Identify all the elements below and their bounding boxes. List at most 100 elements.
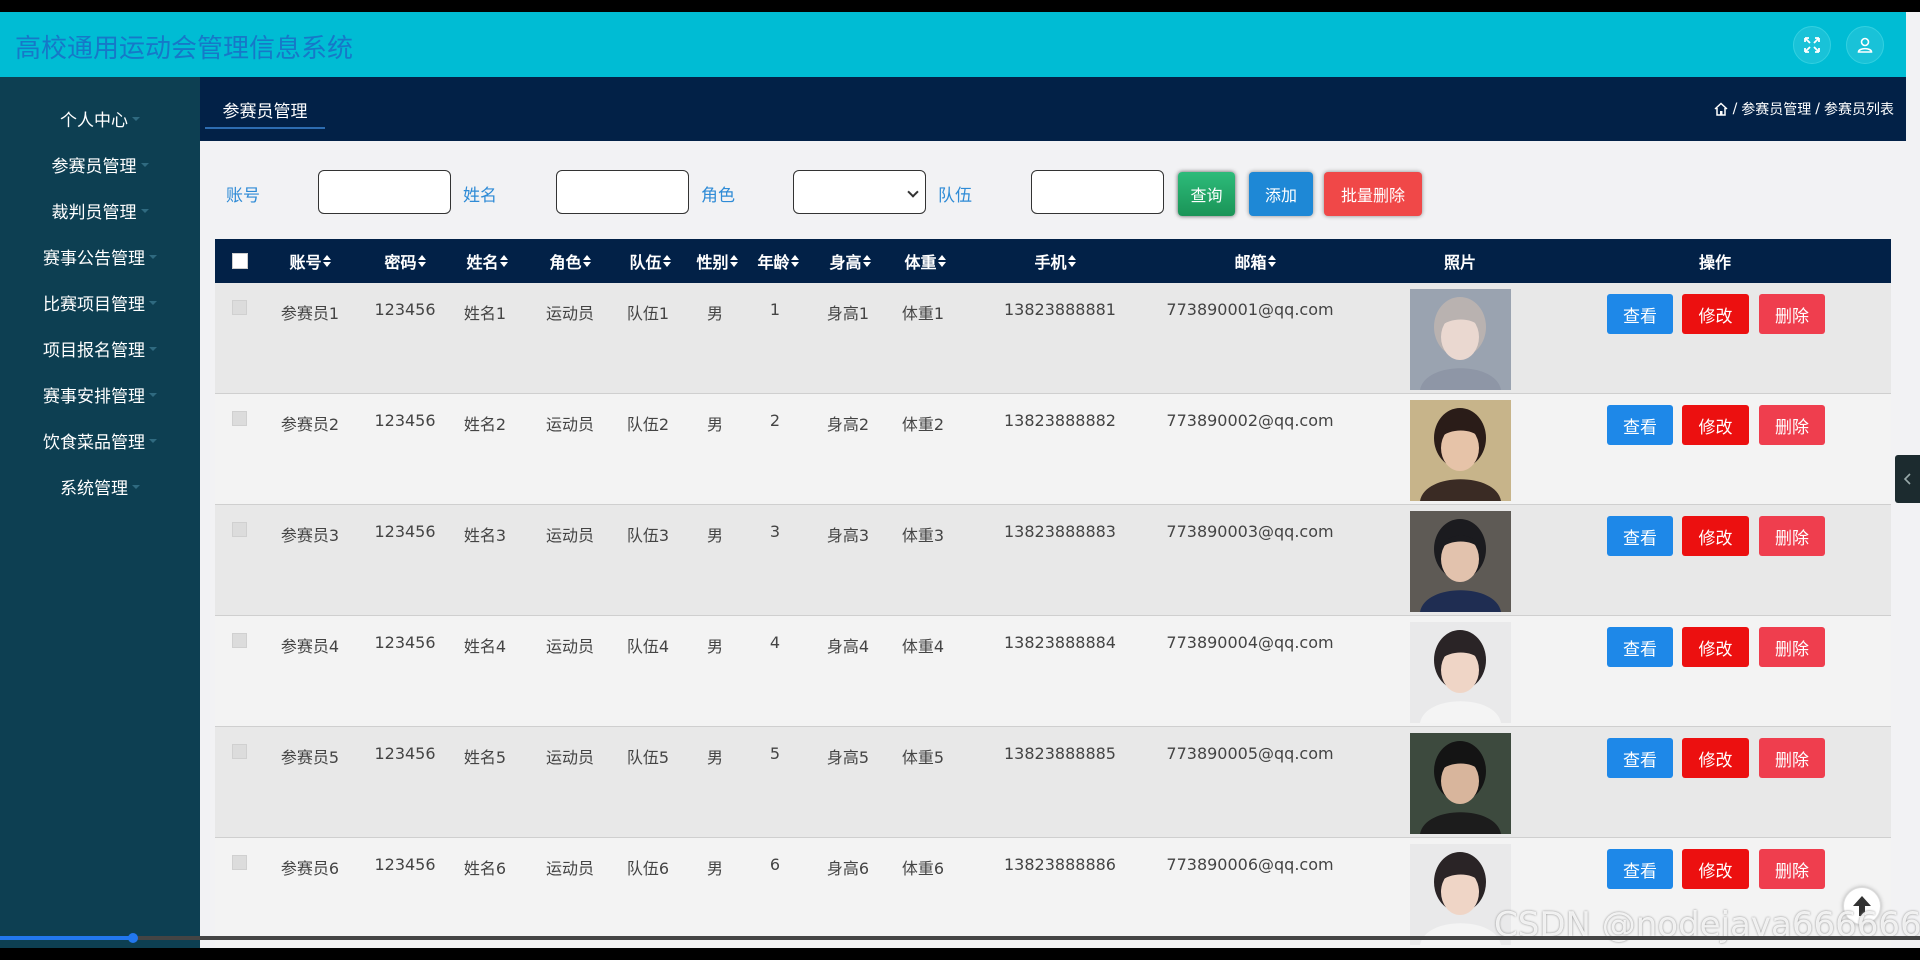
sidebar-item-registration-management[interactable]: 项目报名管理	[0, 328, 200, 368]
participant-photo[interactable]	[1410, 289, 1511, 390]
sort-icon	[499, 255, 508, 267]
sort-icon	[662, 255, 671, 267]
breadcrumb-item[interactable]: 参赛员管理	[1741, 99, 1811, 119]
cell-weight: 体重3	[901, 526, 945, 545]
caret-down-icon	[149, 255, 157, 259]
column-header-age[interactable]: 年龄	[748, 239, 808, 283]
sort-icon	[729, 255, 738, 267]
row-checkbox[interactable]	[232, 300, 247, 315]
column-header-gender[interactable]: 性别	[687, 239, 747, 283]
collapse-panel-button[interactable]	[1895, 455, 1920, 503]
delete-button[interactable]: 删除	[1759, 405, 1825, 445]
cell-age: 1	[769, 300, 781, 319]
column-header-weight[interactable]: 体重	[890, 239, 960, 283]
cell-weight: 体重6	[901, 859, 945, 878]
add-button[interactable]: 添加	[1249, 172, 1313, 216]
expand-icon	[1804, 37, 1820, 53]
edit-button[interactable]: 修改	[1682, 405, 1749, 445]
sidebar-item-personal-center[interactable]: 个人中心	[0, 98, 200, 138]
team-search-input[interactable]	[1031, 170, 1164, 214]
sidebar-item-label: 参赛员管理	[51, 156, 137, 177]
cell-height: 身高2	[826, 415, 870, 434]
sidebar-item-label: 比赛项目管理	[43, 294, 145, 315]
edit-button[interactable]: 修改	[1682, 738, 1749, 778]
row-checkbox[interactable]	[232, 855, 247, 870]
sidebar-item-diet-management[interactable]: 饮食菜品管理	[0, 420, 200, 460]
cell-name: 姓名5	[463, 748, 507, 767]
cell-account: 参赛员4	[280, 637, 340, 656]
chevron-left-icon	[1903, 473, 1911, 485]
app-title: 高校通用运动会管理信息系统	[15, 34, 354, 64]
column-header-account[interactable]: 账号	[275, 239, 345, 283]
edit-button[interactable]: 修改	[1682, 294, 1749, 334]
column-header-name[interactable]: 姓名	[457, 239, 517, 283]
sidebar-item-referee-management[interactable]: 裁判员管理	[0, 190, 200, 230]
sidebar-item-event-management[interactable]: 比赛项目管理	[0, 282, 200, 322]
column-header-email[interactable]: 邮箱	[1205, 239, 1305, 283]
cell-password: 123456	[374, 522, 436, 541]
delete-button[interactable]: 删除	[1759, 516, 1825, 556]
view-button[interactable]: 查看	[1607, 627, 1673, 667]
cell-email: 773890005@qq.com	[1166, 744, 1334, 763]
cell-age: 5	[769, 744, 781, 763]
edit-button[interactable]: 修改	[1682, 849, 1749, 889]
user-icon	[1857, 37, 1873, 53]
cell-phone: 13823888885	[1004, 744, 1116, 763]
participant-photo[interactable]	[1410, 511, 1511, 612]
sidebar-item-label: 项目报名管理	[43, 340, 145, 361]
column-header-team[interactable]: 队伍	[615, 239, 685, 283]
row-checkbox[interactable]	[232, 411, 247, 426]
column-header-phone[interactable]: 手机	[1005, 239, 1105, 283]
edit-button[interactable]: 修改	[1682, 516, 1749, 556]
role-select[interactable]	[793, 170, 926, 214]
breadcrumb-item-current: 参赛员列表	[1824, 102, 1894, 118]
user-button[interactable]	[1846, 26, 1884, 64]
sidebar-item-label: 赛事安排管理	[43, 386, 145, 407]
view-button[interactable]: 查看	[1607, 405, 1673, 445]
cell-password: 123456	[374, 744, 436, 763]
sidebar-item-announcement-management[interactable]: 赛事公告管理	[0, 236, 200, 276]
cell-phone: 13823888884	[1004, 633, 1116, 652]
sidebar-item-schedule-management[interactable]: 赛事安排管理	[0, 374, 200, 414]
progress-knob[interactable]	[128, 933, 138, 943]
sidebar-item-system-management[interactable]: 系统管理	[0, 466, 200, 506]
column-header-height[interactable]: 身高	[815, 239, 885, 283]
edit-button[interactable]: 修改	[1682, 627, 1749, 667]
participant-photo[interactable]	[1410, 622, 1511, 723]
breadcrumb: / 参赛员管理 / 参赛员列表	[1713, 99, 1894, 119]
sidebar-item-participant-management[interactable]: 参赛员管理	[0, 144, 200, 184]
participant-photo[interactable]	[1410, 733, 1511, 834]
caret-down-icon	[149, 301, 157, 305]
cell-gender: 男	[706, 526, 723, 545]
view-button[interactable]: 查看	[1607, 738, 1673, 778]
name-search-input[interactable]	[556, 170, 689, 214]
tab-participant-management[interactable]: 参赛员管理	[205, 77, 325, 141]
participant-photo[interactable]	[1410, 400, 1511, 501]
select-all-checkbox[interactable]	[232, 253, 248, 269]
view-button[interactable]: 查看	[1607, 849, 1673, 889]
fullscreen-button[interactable]	[1793, 26, 1831, 64]
delete-button[interactable]: 删除	[1759, 738, 1825, 778]
query-button[interactable]: 查询	[1178, 172, 1235, 216]
sort-icon	[582, 255, 591, 267]
delete-button[interactable]: 删除	[1759, 627, 1825, 667]
delete-button[interactable]: 删除	[1759, 294, 1825, 334]
row-checkbox[interactable]	[232, 522, 247, 537]
cell-team: 队伍2	[626, 415, 670, 434]
column-header-password[interactable]: 密码	[370, 239, 440, 283]
batch-delete-button[interactable]: 批量删除	[1324, 172, 1422, 216]
view-button[interactable]: 查看	[1607, 516, 1673, 556]
delete-button[interactable]: 删除	[1759, 849, 1825, 889]
main-content: 参赛员管理 / 参赛员管理 / 参赛员列表 账号 姓名 角色 队伍 查询 添加 …	[200, 77, 1906, 948]
video-progress-bar[interactable]	[0, 933, 1920, 943]
search-form: 账号 姓名 角色 队伍 查询 添加 批量删除	[200, 167, 1906, 216]
row-checkbox[interactable]	[232, 633, 247, 648]
account-search-input[interactable]	[318, 170, 451, 214]
view-button[interactable]: 查看	[1607, 294, 1673, 334]
home-icon[interactable]	[1713, 101, 1729, 117]
column-header-role[interactable]: 角色	[535, 239, 605, 283]
row-checkbox[interactable]	[232, 744, 247, 759]
cell-phone: 13823888882	[1004, 411, 1116, 430]
sidebar-item-label: 饮食菜品管理	[43, 432, 145, 453]
cell-gender: 男	[706, 859, 723, 878]
